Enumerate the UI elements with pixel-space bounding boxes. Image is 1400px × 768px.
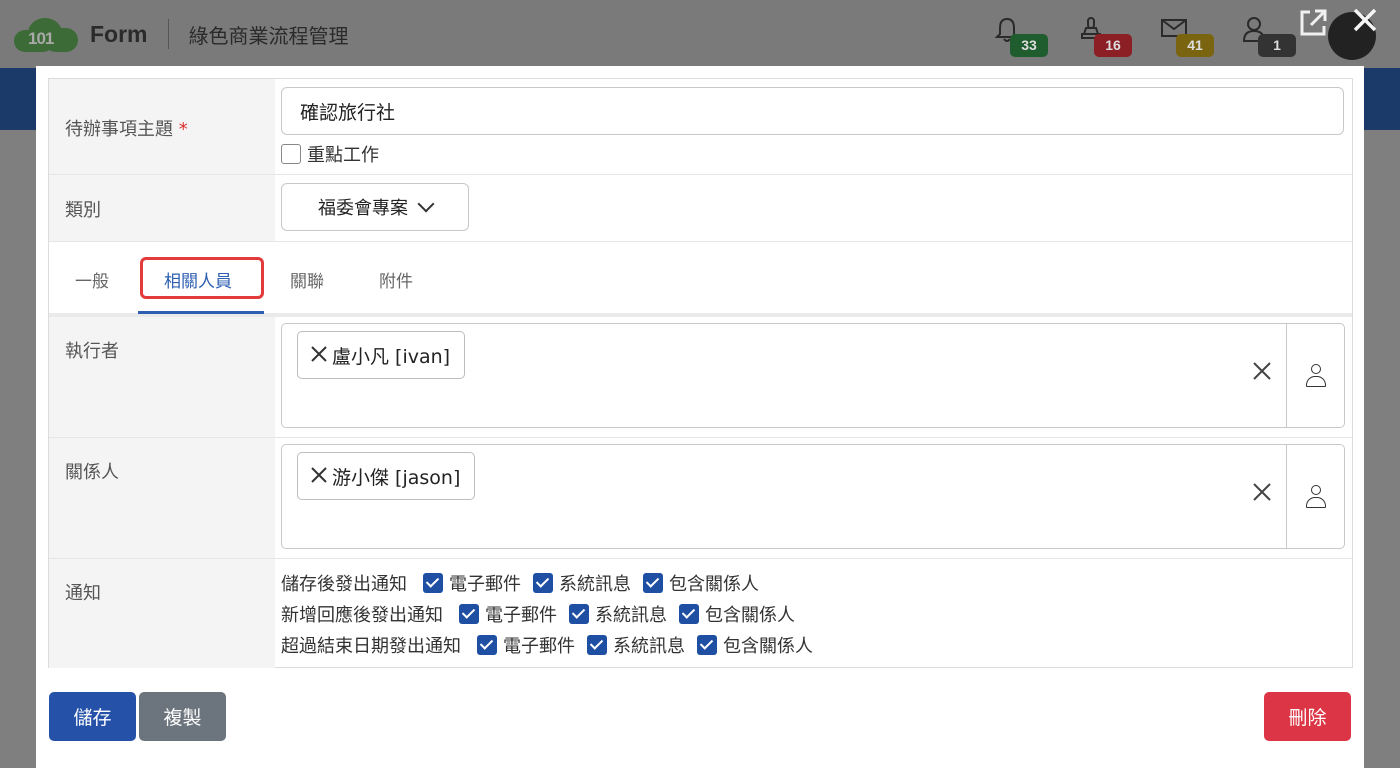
notifications-button[interactable]: 33 [994, 12, 1054, 58]
subject-input[interactable]: 確認旅行社 [281, 87, 1344, 135]
app-header: 101 Form 綠色商業流程管理 33 16 41 1 [0, 0, 1400, 68]
notify-line-label: 新增回應後發出通知 [281, 604, 443, 626]
check-icon[interactable] [477, 634, 497, 655]
important-checkbox[interactable]: 重點工作 [281, 141, 379, 167]
chevron-down-icon [417, 195, 435, 213]
tab-general[interactable]: 一般 [75, 267, 109, 292]
person-icon [1305, 484, 1326, 509]
notify-row: 通知 儲存後發出通知 電子郵件 系統訊息 包含關係人 新增回應後發出通知 電子郵… [49, 559, 1352, 668]
related-label: 關係人 [49, 438, 275, 558]
executor-row: 執行者 盧小凡 [ivan] [49, 317, 1352, 438]
executor-tag-label: 盧小凡 [ivan] [332, 345, 451, 368]
user-tasks-button[interactable]: 1 [1242, 12, 1302, 58]
user-count-badge: 1 [1258, 34, 1296, 57]
check-icon[interactable] [459, 603, 479, 624]
remove-tag-icon[interactable] [310, 343, 328, 367]
required-mark: * [178, 119, 188, 140]
approvals-button[interactable]: 16 [1078, 12, 1138, 58]
open-external-icon[interactable] [1298, 8, 1328, 45]
check-icon[interactable] [587, 634, 607, 655]
messages-button[interactable]: 41 [1160, 12, 1220, 58]
include-related-checkbox[interactable]: 包含關係人 [697, 632, 813, 658]
mail-count-badge: 41 [1176, 34, 1214, 57]
notify-line-label: 超過結束日期發出通知 [281, 635, 461, 657]
delete-button[interactable]: 刪除 [1264, 692, 1351, 741]
task-modal: 待辦事項主題 * 確認旅行社 重點工作 類別 福委會專案 一般 相關人員 關聯 … [36, 66, 1364, 768]
include-related-checkbox[interactable]: 包含關係人 [679, 601, 795, 627]
category-value: 福委會專案 [318, 198, 408, 219]
clear-icon[interactable] [1252, 479, 1272, 507]
notify-options: 儲存後發出通知 電子郵件 系統訊息 包含關係人 新增回應後發出通知 電子郵件 系… [281, 567, 825, 660]
stamp-count-badge: 16 [1094, 34, 1132, 57]
app-right-panel [1364, 130, 1400, 768]
executor-picker[interactable]: 盧小凡 [ivan] [281, 323, 1345, 428]
email-checkbox[interactable]: 電子郵件 [423, 570, 521, 596]
system-message-checkbox[interactable]: 系統訊息 [587, 632, 685, 658]
notify-line-reply: 新增回應後發出通知 電子郵件 系統訊息 包含關係人 [281, 598, 825, 629]
logo-text: Form [90, 20, 148, 47]
related-row: 關係人 游小傑 [jason] [49, 438, 1352, 559]
system-message-checkbox[interactable]: 系統訊息 [533, 570, 631, 596]
clear-icon[interactable] [1252, 358, 1272, 386]
important-label: 重點工作 [307, 145, 379, 166]
check-icon[interactable] [679, 603, 699, 624]
executor-tag: 盧小凡 [ivan] [297, 331, 466, 379]
tab-bar: 一般 相關人員 關聯 附件 [49, 245, 1352, 317]
cloud-logo-icon: 101 [14, 14, 78, 54]
task-form: 待辦事項主題 * 確認旅行社 重點工作 類別 福委會專案 一般 相關人員 關聯 … [48, 78, 1353, 668]
email-checkbox[interactable]: 電子郵件 [477, 632, 575, 658]
tab-links[interactable]: 關聯 [290, 267, 324, 292]
subject-label: 待辦事項主題 * [49, 79, 275, 174]
notify-line-save: 儲存後發出通知 電子郵件 系統訊息 包含關係人 [281, 567, 825, 598]
include-related-checkbox[interactable]: 包含關係人 [643, 570, 759, 596]
check-icon[interactable] [643, 572, 663, 593]
system-message-checkbox[interactable]: 系統訊息 [569, 601, 667, 627]
select-person-button[interactable] [1286, 324, 1344, 427]
check-icon[interactable] [697, 634, 717, 655]
tab-related-people[interactable]: 相關人員 [164, 267, 232, 292]
notify-label: 通知 [49, 559, 275, 668]
select-person-button[interactable] [1286, 445, 1344, 548]
bell-count-badge: 33 [1010, 34, 1048, 57]
check-icon[interactable] [569, 603, 589, 624]
logo-divider [167, 19, 169, 49]
subject-row: 待辦事項主題 * 確認旅行社 重點工作 [49, 79, 1352, 175]
executor-label: 執行者 [49, 317, 275, 437]
related-tag-label: 游小傑 [jason] [332, 466, 461, 489]
tab-attachments[interactable]: 附件 [379, 267, 413, 292]
email-checkbox[interactable]: 電子郵件 [459, 601, 557, 627]
related-picker[interactable]: 游小傑 [jason] [281, 444, 1345, 549]
close-modal-icon[interactable] [1350, 4, 1380, 44]
category-select[interactable]: 福委會專案 [281, 183, 469, 231]
app-sidebar [0, 130, 36, 768]
app-subtitle: 綠色商業流程管理 [188, 23, 349, 48]
person-icon [1305, 363, 1326, 388]
remove-tag-icon[interactable] [310, 464, 328, 488]
related-tag: 游小傑 [jason] [297, 452, 476, 500]
notify-line-overdue: 超過結束日期發出通知 電子郵件 系統訊息 包含關係人 [281, 629, 825, 660]
check-icon[interactable] [533, 572, 553, 593]
check-icon[interactable] [423, 572, 443, 593]
app-logo[interactable]: 101 Form 綠色商業流程管理 [14, 14, 349, 54]
category-row: 類別 福委會專案 [49, 175, 1352, 242]
category-label: 類別 [49, 175, 275, 241]
notify-line-label: 儲存後發出通知 [281, 573, 407, 595]
checkbox-box[interactable] [281, 144, 301, 164]
save-button[interactable]: 儲存 [49, 692, 136, 741]
copy-button[interactable]: 複製 [139, 692, 226, 741]
active-tab-indicator [138, 311, 264, 314]
